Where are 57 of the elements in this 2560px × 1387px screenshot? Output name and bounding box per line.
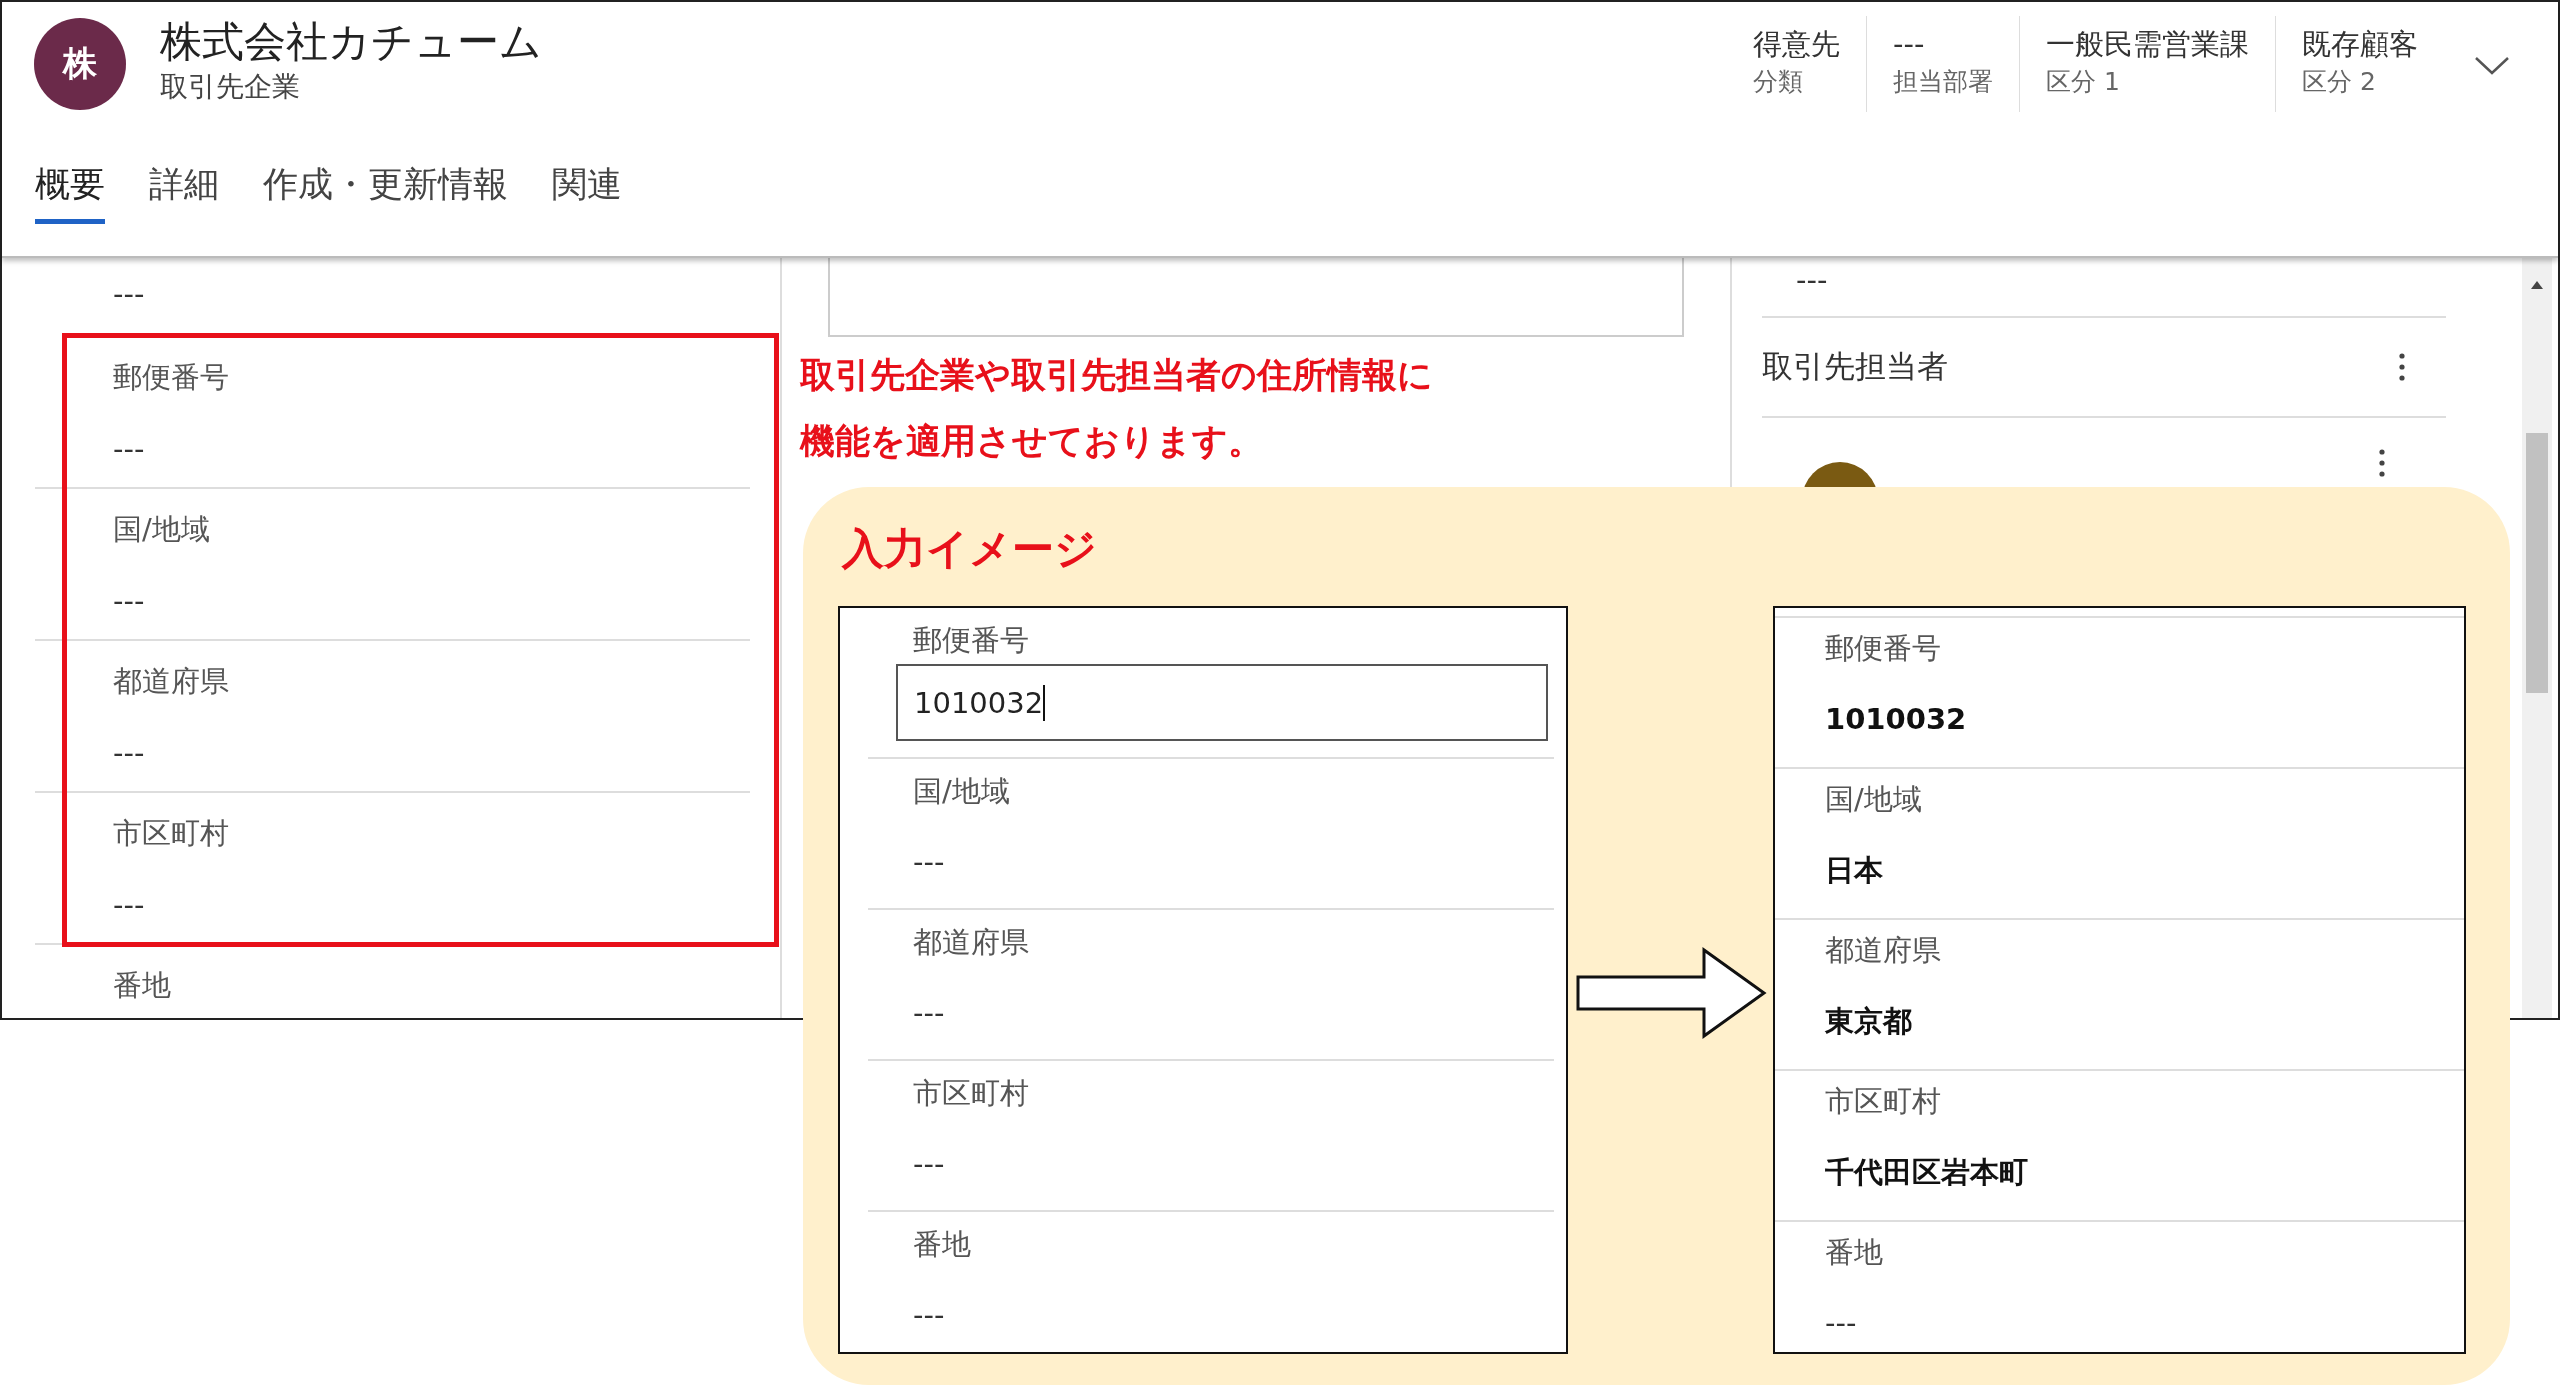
tab[interactable]: 詳細 bbox=[149, 156, 219, 224]
field-value: --- bbox=[1825, 1305, 1858, 1342]
scrollbar-thumb[interactable] bbox=[2526, 433, 2548, 693]
field-value: 東京都 bbox=[1825, 1003, 1913, 1040]
header-field-value: 既存顧客 bbox=[2302, 26, 2418, 63]
field-label: 市区町村 bbox=[113, 815, 230, 852]
field-label: 郵便番号 bbox=[113, 359, 230, 396]
field-label: 都道府県 bbox=[1825, 932, 1942, 969]
field-label: 国/地域 bbox=[913, 773, 1011, 810]
field-label: 国/地域 bbox=[1825, 781, 1923, 818]
header-field-value: --- bbox=[1893, 26, 1926, 63]
field-value: --- bbox=[113, 431, 146, 468]
tab[interactable]: 関連 bbox=[552, 156, 622, 224]
header-field-label: 区分 1 bbox=[2046, 66, 2121, 98]
field-label: 郵便番号 bbox=[1825, 630, 1942, 667]
field-label: 番地 bbox=[1825, 1234, 1884, 1271]
field-label: 国/地域 bbox=[113, 511, 211, 548]
field-value: --- bbox=[113, 887, 146, 924]
section-title: 取引先担当者 bbox=[1762, 347, 1948, 386]
company-avatar: 株 bbox=[34, 18, 126, 110]
field-value: --- bbox=[113, 276, 146, 313]
field-label: 都道府県 bbox=[113, 663, 230, 700]
field-value: 千代田区岩本町 bbox=[1825, 1154, 2029, 1191]
field-value: --- bbox=[113, 735, 146, 772]
record-type: 取引先企業 bbox=[160, 69, 301, 105]
chevron-down-icon[interactable] bbox=[2474, 56, 2510, 76]
field-value: --- bbox=[913, 844, 946, 881]
scrollbar[interactable] bbox=[2522, 258, 2552, 1018]
field-label: 郵便番号 bbox=[913, 622, 1030, 659]
more-icon[interactable] bbox=[2378, 448, 2386, 478]
field-value: --- bbox=[913, 1146, 946, 1183]
field-value: --- bbox=[913, 995, 946, 1032]
header-field-label: 分類 bbox=[1753, 66, 1804, 98]
record-title: 株式会社カチューム bbox=[160, 16, 542, 68]
field-label: 番地 bbox=[913, 1226, 972, 1263]
field-value: 1010032 bbox=[1825, 701, 1968, 738]
field-value: --- bbox=[1796, 262, 1829, 299]
tab[interactable]: 作成・更新情報 bbox=[263, 156, 508, 224]
postal-code-input[interactable]: 1010032 bbox=[896, 664, 1548, 741]
field-label: 番地 bbox=[113, 967, 172, 1004]
header-field-label: 区分 2 bbox=[2302, 66, 2377, 98]
text-cursor bbox=[1043, 684, 1046, 721]
annotation-text: 取引先企業や取引先担当者の住所情報に 機能を適用させております。 bbox=[800, 354, 1433, 463]
header-field-value: 一般民需営業課 bbox=[2046, 26, 2249, 63]
right-arrow-icon bbox=[1576, 947, 1767, 1039]
header-field-value: 得意先 bbox=[1753, 26, 1840, 63]
more-icon[interactable] bbox=[2398, 352, 2406, 382]
field-value: 日本 bbox=[1825, 852, 1884, 889]
field-value: --- bbox=[113, 583, 146, 620]
scroll-up-icon[interactable] bbox=[2530, 280, 2544, 290]
header-field-label: 担当部署 bbox=[1893, 66, 1993, 98]
callout-title: 入力イメージ bbox=[840, 523, 1098, 575]
field-label: 市区町村 bbox=[1825, 1083, 1942, 1120]
tab[interactable]: 概要 bbox=[35, 156, 105, 224]
field-label: 市区町村 bbox=[913, 1075, 1030, 1112]
field-label: 都道府県 bbox=[913, 924, 1030, 961]
field-value: --- bbox=[913, 1297, 946, 1334]
